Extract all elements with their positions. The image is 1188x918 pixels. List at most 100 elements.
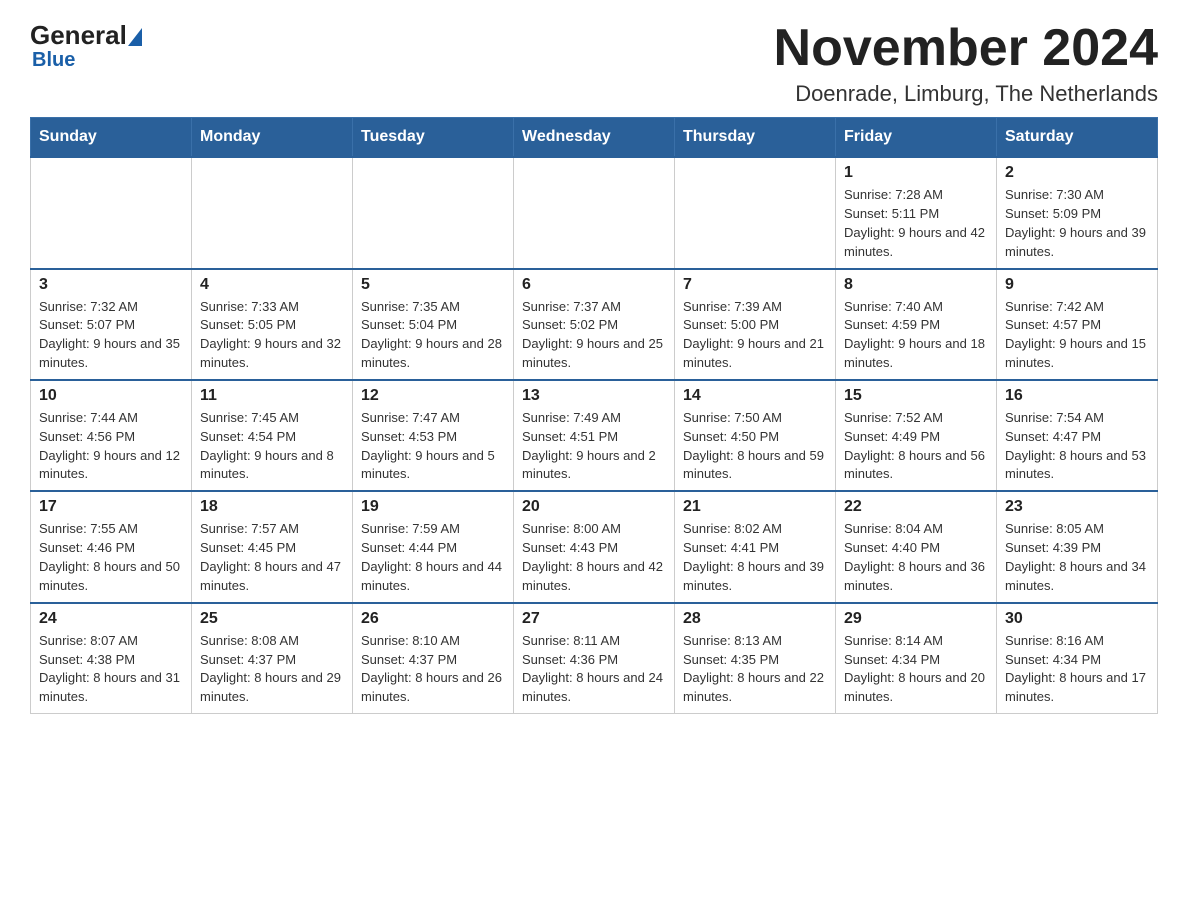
calendar-week-row: 3Sunrise: 7:32 AMSunset: 5:07 PMDaylight…	[31, 269, 1158, 380]
day-number: 7	[683, 276, 827, 294]
calendar-cell: 23 Sunrise: 8:05 AMSunset: 4:39 PMDayligh…	[997, 491, 1158, 602]
calendar-cell: 25 Sunrise: 8:08 AMSunset: 4:37 PMDayligh…	[192, 603, 353, 714]
day-number: 15	[844, 387, 988, 405]
day-number: 11	[200, 387, 344, 405]
day-number: 23	[1005, 498, 1149, 516]
calendar-cell: 30 Sunrise: 8:16 AMSunset: 4:34 PMDayligh…	[997, 603, 1158, 714]
calendar-cell: 5Sunrise: 7:35 AMSunset: 5:04 PMDaylight…	[353, 269, 514, 380]
calendar-cell: 7 Sunrise: 7:39 AMSunset: 5:00 PMDaylight…	[675, 269, 836, 380]
day-info: Sunrise: 7:59 AMSunset: 4:44 PMDaylight:…	[361, 520, 505, 595]
calendar-cell: 8 Sunrise: 7:40 AMSunset: 4:59 PMDaylight…	[836, 269, 997, 380]
title-block: November 2024 Doenrade, Limburg, The Net…	[774, 20, 1158, 107]
calendar-cell: 16Sunrise: 7:54 AMSunset: 4:47 PMDayligh…	[997, 380, 1158, 491]
day-info: Sunrise: 8:02 AMSunset: 4:41 PMDaylight:…	[683, 520, 827, 595]
weekday-header-thursday: Thursday	[675, 118, 836, 158]
day-info: Sunrise: 8:16 AMSunset: 4:34 PMDaylight:…	[1005, 632, 1149, 707]
day-number: 17	[39, 498, 183, 516]
day-number: 20	[522, 498, 666, 516]
calendar-cell: 12 Sunrise: 7:47 AMSunset: 4:53 PMDayligh…	[353, 380, 514, 491]
calendar-week-row: 10 Sunrise: 7:44 AMSunset: 4:56 PMDayligh…	[31, 380, 1158, 491]
day-info: Sunrise: 7:30 AMSunset: 5:09 PMDaylight:…	[1005, 186, 1149, 261]
day-number: 28	[683, 610, 827, 628]
calendar-cell: 29 Sunrise: 8:14 AMSunset: 4:34 PMDayligh…	[836, 603, 997, 714]
calendar-cell: 6 Sunrise: 7:37 AMSunset: 5:02 PMDaylight…	[514, 269, 675, 380]
day-info: Sunrise: 7:45 AMSunset: 4:54 PMDaylight:…	[200, 409, 344, 484]
day-number: 29	[844, 610, 988, 628]
day-number: 3	[39, 276, 183, 294]
day-info: Sunrise: 8:10 AMSunset: 4:37 PMDaylight:…	[361, 632, 505, 707]
calendar-week-row: 17 Sunrise: 7:55 AMSunset: 4:46 PMDayligh…	[31, 491, 1158, 602]
month-year-title: November 2024	[774, 20, 1158, 77]
day-number: 25	[200, 610, 344, 628]
day-info: Sunrise: 8:00 AMSunset: 4:43 PMDaylight:…	[522, 520, 666, 595]
calendar-cell	[192, 157, 353, 268]
day-info: Sunrise: 7:49 AMSunset: 4:51 PMDaylight:…	[522, 409, 666, 484]
day-number: 30	[1005, 610, 1149, 628]
logo: General Blue	[30, 20, 143, 72]
day-info: Sunrise: 7:47 AMSunset: 4:53 PMDaylight:…	[361, 409, 505, 484]
calendar-cell: 17 Sunrise: 7:55 AMSunset: 4:46 PMDayligh…	[31, 491, 192, 602]
logo-triangle-icon	[128, 28, 142, 46]
day-info: Sunrise: 7:52 AMSunset: 4:49 PMDaylight:…	[844, 409, 988, 484]
day-info: Sunrise: 7:57 AMSunset: 4:45 PMDaylight:…	[200, 520, 344, 595]
day-info: Sunrise: 8:11 AMSunset: 4:36 PMDaylight:…	[522, 632, 666, 707]
weekday-header-saturday: Saturday	[997, 118, 1158, 158]
day-number: 26	[361, 610, 505, 628]
logo-general: General	[30, 20, 127, 51]
calendar-cell	[31, 157, 192, 268]
day-number: 19	[361, 498, 505, 516]
calendar-cell	[675, 157, 836, 268]
calendar-cell: 14Sunrise: 7:50 AMSunset: 4:50 PMDayligh…	[675, 380, 836, 491]
weekday-header-tuesday: Tuesday	[353, 118, 514, 158]
calendar-cell: 1 Sunrise: 7:28 AMSunset: 5:11 PMDaylight…	[836, 157, 997, 268]
day-number: 4	[200, 276, 344, 294]
day-info: Sunrise: 7:42 AMSunset: 4:57 PMDaylight:…	[1005, 298, 1149, 373]
day-number: 21	[683, 498, 827, 516]
calendar-cell: 22Sunrise: 8:04 AMSunset: 4:40 PMDayligh…	[836, 491, 997, 602]
day-number: 10	[39, 387, 183, 405]
logo-subtitle: Blue	[32, 49, 75, 72]
day-info: Sunrise: 7:44 AMSunset: 4:56 PMDaylight:…	[39, 409, 183, 484]
day-number: 5	[361, 276, 505, 294]
day-info: Sunrise: 8:14 AMSunset: 4:34 PMDaylight:…	[844, 632, 988, 707]
weekday-header-sunday: Sunday	[31, 118, 192, 158]
calendar-cell: 4Sunrise: 7:33 AMSunset: 5:05 PMDaylight…	[192, 269, 353, 380]
day-info: Sunrise: 7:39 AMSunset: 5:00 PMDaylight:…	[683, 298, 827, 373]
calendar-table: SundayMondayTuesdayWednesdayThursdayFrid…	[30, 117, 1158, 714]
weekday-header-friday: Friday	[836, 118, 997, 158]
day-info: Sunrise: 7:55 AMSunset: 4:46 PMDaylight:…	[39, 520, 183, 595]
location-subtitle: Doenrade, Limburg, The Netherlands	[774, 81, 1158, 107]
calendar-cell: 28Sunrise: 8:13 AMSunset: 4:35 PMDayligh…	[675, 603, 836, 714]
day-info: Sunrise: 8:05 AMSunset: 4:39 PMDaylight:…	[1005, 520, 1149, 595]
calendar-week-row: 24Sunrise: 8:07 AMSunset: 4:38 PMDayligh…	[31, 603, 1158, 714]
calendar-cell: 20 Sunrise: 8:00 AMSunset: 4:43 PMDayligh…	[514, 491, 675, 602]
calendar-cell: 11 Sunrise: 7:45 AMSunset: 4:54 PMDayligh…	[192, 380, 353, 491]
day-info: Sunrise: 8:08 AMSunset: 4:37 PMDaylight:…	[200, 632, 344, 707]
logo-text: General	[30, 20, 143, 51]
calendar-cell: 27 Sunrise: 8:11 AMSunset: 4:36 PMDayligh…	[514, 603, 675, 714]
day-number: 13	[522, 387, 666, 405]
day-info: Sunrise: 7:37 AMSunset: 5:02 PMDaylight:…	[522, 298, 666, 373]
day-number: 27	[522, 610, 666, 628]
calendar-cell: 21 Sunrise: 8:02 AMSunset: 4:41 PMDayligh…	[675, 491, 836, 602]
calendar-cell: 15 Sunrise: 7:52 AMSunset: 4:49 PMDayligh…	[836, 380, 997, 491]
day-number: 8	[844, 276, 988, 294]
calendar-cell: 19 Sunrise: 7:59 AMSunset: 4:44 PMDayligh…	[353, 491, 514, 602]
day-number: 14	[683, 387, 827, 405]
calendar-cell: 24Sunrise: 8:07 AMSunset: 4:38 PMDayligh…	[31, 603, 192, 714]
day-number: 6	[522, 276, 666, 294]
day-number: 12	[361, 387, 505, 405]
day-info: Sunrise: 7:28 AMSunset: 5:11 PMDaylight:…	[844, 186, 988, 261]
calendar-cell: 9Sunrise: 7:42 AMSunset: 4:57 PMDaylight…	[997, 269, 1158, 380]
calendar-cell: 10 Sunrise: 7:44 AMSunset: 4:56 PMDayligh…	[31, 380, 192, 491]
day-number: 1	[844, 164, 988, 182]
calendar-cell: 26 Sunrise: 8:10 AMSunset: 4:37 PMDayligh…	[353, 603, 514, 714]
weekday-header-monday: Monday	[192, 118, 353, 158]
weekday-header-wednesday: Wednesday	[514, 118, 675, 158]
day-number: 2	[1005, 164, 1149, 182]
day-number: 22	[844, 498, 988, 516]
calendar-cell: 3Sunrise: 7:32 AMSunset: 5:07 PMDaylight…	[31, 269, 192, 380]
day-number: 16	[1005, 387, 1149, 405]
day-info: Sunrise: 7:40 AMSunset: 4:59 PMDaylight:…	[844, 298, 988, 373]
weekday-header-row: SundayMondayTuesdayWednesdayThursdayFrid…	[31, 118, 1158, 158]
